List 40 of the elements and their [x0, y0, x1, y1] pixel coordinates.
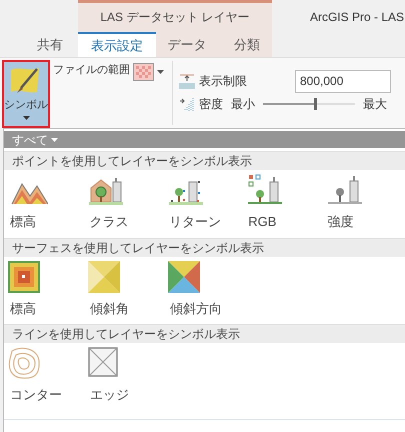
caret-icon	[51, 138, 58, 142]
ribbon-tab[interactable]: 共有	[22, 32, 78, 57]
section-header: ラインを使用してレイヤーをシンボル表示	[4, 324, 405, 343]
pyramid-icon	[168, 260, 200, 292]
color-swatch-dropdown[interactable]	[133, 62, 164, 82]
gallery-item[interactable]: コンター	[8, 347, 88, 404]
density-slider[interactable]	[263, 98, 355, 110]
gallery-item[interactable]: 標高	[8, 174, 88, 232]
gallery-item[interactable]: 強度	[326, 174, 405, 232]
density-min-label: 最小	[231, 96, 255, 113]
pyramid-icon	[88, 260, 120, 292]
gallery-item[interactable]: 傾斜角	[88, 260, 168, 318]
display-limit-label: 表示制限	[199, 73, 248, 90]
nested-squares-icon	[8, 260, 40, 292]
ribbon-tab[interactable]: 表示設定	[78, 32, 156, 57]
density-icon	[179, 97, 195, 111]
crossed-square-icon	[88, 347, 120, 379]
ribbon-tab[interactable]: 分類	[218, 32, 276, 57]
caret-icon	[22, 116, 30, 120]
window-title: ArcGIS Pro - LAS	[310, 9, 404, 26]
symbology-button[interactable]: シンボル	[2, 60, 50, 128]
gallery-item[interactable]: リターン	[166, 174, 246, 232]
display-limit-field[interactable]: 800,000	[295, 70, 391, 92]
ribbon-tab[interactable]: データ	[156, 32, 218, 57]
gallery-item[interactable]: クラス	[87, 174, 167, 232]
gallery-item[interactable]: RGB	[246, 174, 326, 232]
gallery-item[interactable]: 標高	[8, 260, 88, 318]
caret-icon	[157, 70, 164, 74]
gallery-item[interactable]: 傾斜方向	[168, 260, 248, 318]
pattern-swatch-icon	[133, 63, 154, 81]
section-header: ポイントを使用してレイヤーをシンボル表示	[4, 151, 405, 170]
contextual-tab-group-label: LAS データセット レイヤー	[99, 9, 251, 26]
density-max-label: 最大	[363, 96, 387, 113]
density-label: 密度	[199, 96, 223, 113]
slider-thumb[interactable]	[314, 98, 317, 110]
section-header: サーフェスを使用してレイヤーをシンボル表示	[4, 238, 405, 256]
file-extent-label: ファイルの範囲	[53, 63, 130, 78]
display-limit-icon	[179, 73, 195, 89]
gallery-item[interactable]: エッジ	[88, 347, 168, 404]
contour-lines-icon	[8, 347, 40, 379]
